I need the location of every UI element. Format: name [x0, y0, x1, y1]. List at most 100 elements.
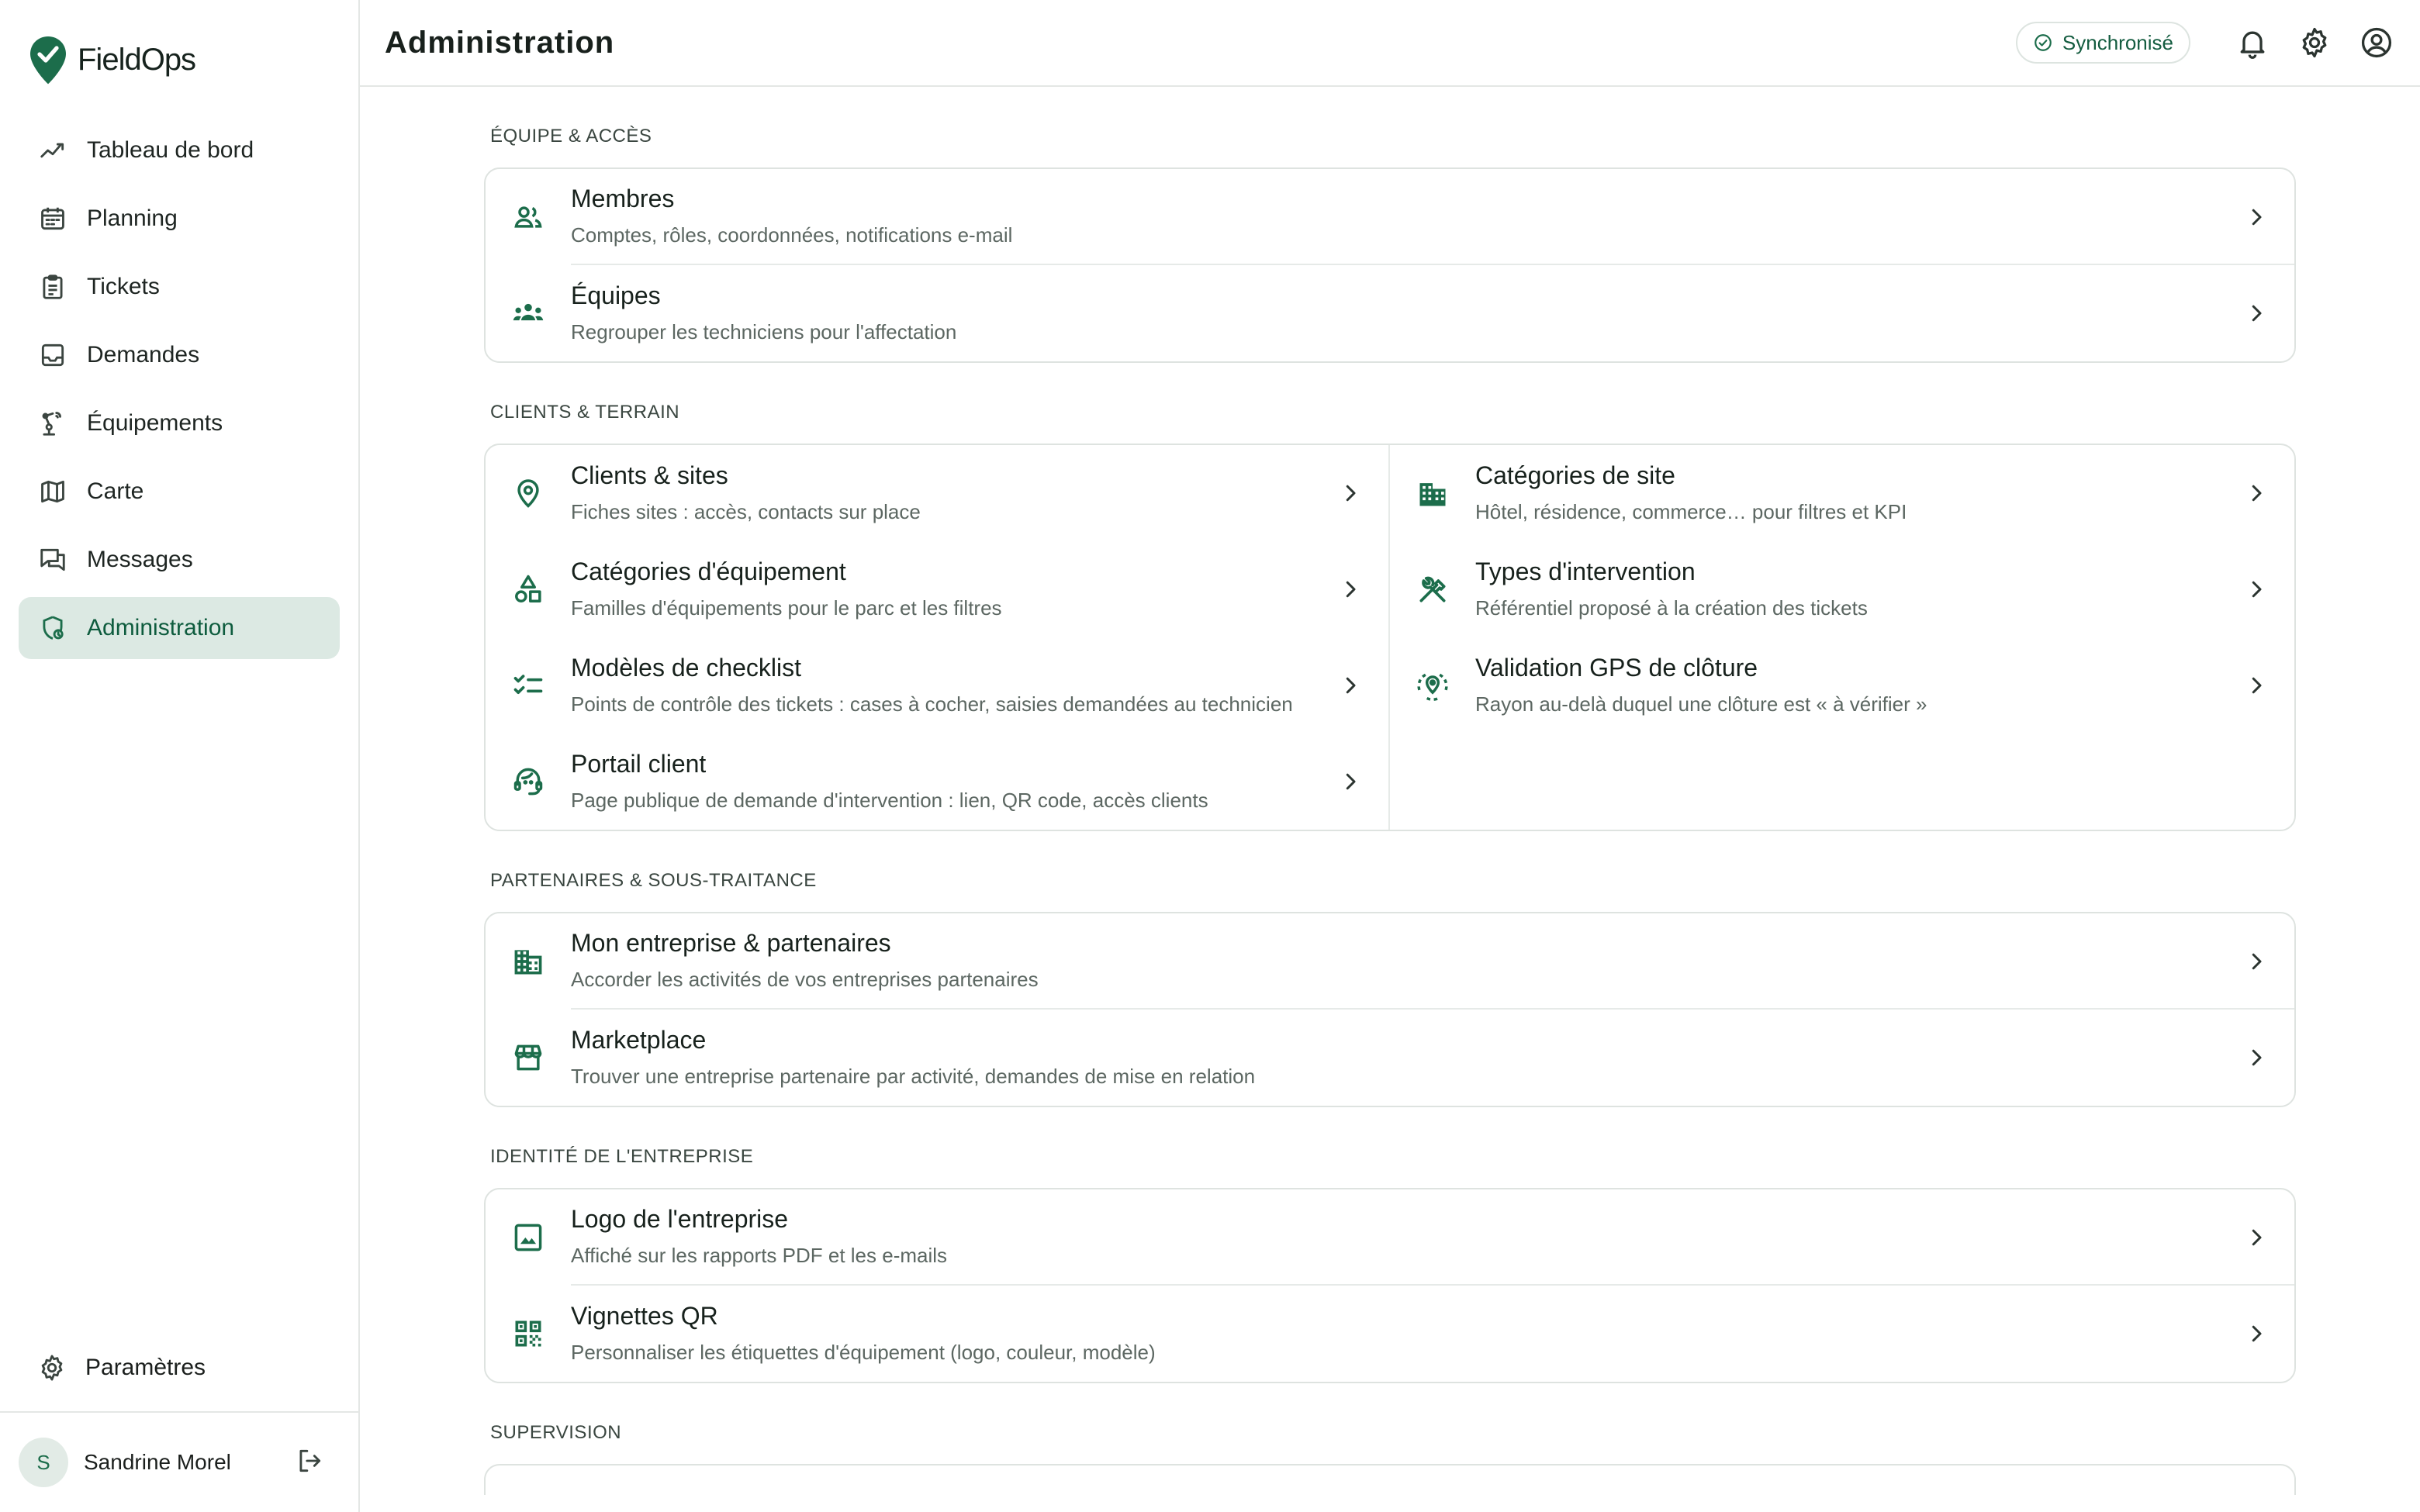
admin-row-modeles-checklist[interactable]: Modèles de checklist Points de contrôle …: [486, 637, 1388, 734]
section-card-partners: Mon entreprise & partenaires Accorder le…: [484, 912, 2296, 1107]
gear-icon[interactable]: [2296, 24, 2333, 61]
section-card-supervision: [484, 1464, 2296, 1495]
brand[interactable]: FieldOps: [0, 0, 358, 119]
row-title: Modèles de checklist: [571, 653, 802, 682]
row-title: Marketplace: [571, 1025, 707, 1054]
row-subtitle: Hôtel, résidence, commerce… pour filtres…: [1475, 499, 1907, 523]
groups-icon: [486, 296, 571, 330]
row-subtitle: Familles d'équipements pour le parc et l…: [571, 595, 1002, 620]
chevron-right-icon: [2245, 1046, 2268, 1069]
settings-link[interactable]: Paramètres: [0, 1337, 358, 1399]
building-icon: [486, 944, 571, 979]
row-title: Portail client: [571, 749, 707, 778]
row-subtitle: Affiché sur les rapports PDF et les e-ma…: [571, 1243, 948, 1267]
row-subtitle: Accorder les activités de vos entreprise…: [571, 967, 1039, 991]
row-title: Catégories de site: [1475, 461, 1675, 489]
admin-row-logo[interactable]: Logo de l'entreprise Affiché sur les rap…: [486, 1189, 2294, 1286]
location-pin-icon: [486, 476, 571, 510]
admin-row-types-intervention[interactable]: Types d'intervention Référentiel proposé…: [1390, 541, 2294, 637]
settings-label: Paramètres: [85, 1355, 206, 1380]
admin-row-entreprise-partenaires[interactable]: Mon entreprise & partenaires Accorder le…: [486, 913, 2294, 1010]
sidebar-item-label: Tableau de bord: [87, 137, 254, 163]
section-card-identity: Logo de l'entreprise Affiché sur les rap…: [484, 1188, 2296, 1383]
row-title: Mon entreprise & partenaires: [571, 928, 891, 957]
chevron-right-icon: [2245, 1322, 2268, 1345]
chevron-right-icon: [1339, 770, 1362, 793]
bell-icon[interactable]: [2234, 24, 2271, 61]
sidebar-item-label: Planning: [87, 205, 178, 231]
account-icon[interactable]: [2358, 24, 2395, 61]
robot-arm-icon: [37, 408, 68, 439]
admin-row-clients-sites[interactable]: Clients & sites Fiches sites : accès, co…: [486, 445, 1388, 541]
sidebar-item-label: Messages: [87, 547, 193, 572]
admin-row-validation-gps[interactable]: Validation GPS de clôture Rayon au-delà …: [1390, 637, 2294, 734]
chevron-right-icon: [2245, 950, 2268, 973]
user-row: S Sandrine Morel: [0, 1411, 358, 1512]
section-title: Clients & terrain: [490, 402, 680, 423]
image-icon: [486, 1220, 571, 1255]
chevron-right-icon: [1339, 674, 1362, 697]
section-title: Identité de l'entreprise: [490, 1146, 754, 1167]
row-subtitle: Référentiel proposé à la création des ti…: [1475, 595, 1868, 620]
row-title: Vignettes QR: [571, 1301, 718, 1330]
chevron-right-icon: [1339, 578, 1362, 601]
chevron-right-icon: [1339, 482, 1362, 505]
sidebar-item-carte[interactable]: Carte: [19, 461, 340, 523]
checklist-icon: [486, 668, 571, 702]
tools-icon: [1390, 572, 1475, 606]
row-subtitle: Page publique de demande d'intervention …: [571, 788, 1208, 812]
chevron-right-icon: [2245, 302, 2268, 325]
sidebar-item-administration[interactable]: Administration: [19, 597, 340, 659]
admin-content: Équipe & accès Membres Comptes, rôles, c…: [484, 87, 2296, 1495]
section-title: Partenaires & sous-traitance: [490, 870, 817, 891]
chevron-right-icon: [2245, 674, 2268, 697]
sidebar: FieldOps Tableau de bord Planning Ticket…: [0, 0, 360, 1512]
sidebar-item-label: Demandes: [87, 342, 200, 368]
admin-row-categories-site[interactable]: Catégories de site Hôtel, résidence, com…: [1390, 445, 2294, 541]
user-name: Sandrine Morel: [84, 1450, 231, 1474]
sync-status-badge: Synchronisé: [2015, 22, 2190, 64]
admin-row-vignettes-qr[interactable]: Vignettes QR Personnaliser les étiquette…: [486, 1286, 2294, 1382]
brand-name: FieldOps: [78, 42, 196, 77]
row-title: Clients & sites: [571, 461, 728, 489]
row-subtitle: Trouver une entreprise partenaire par ac…: [571, 1064, 1256, 1088]
shapes-icon: [486, 572, 571, 606]
admin-row-categories-equipement[interactable]: Catégories d'équipement Familles d'équip…: [486, 541, 1388, 637]
sidebar-item-label: Équipements: [87, 410, 223, 436]
sidebar-item-planning[interactable]: Planning: [19, 188, 340, 250]
sidebar-item-demandes[interactable]: Demandes: [19, 324, 340, 386]
row-subtitle: Regrouper les techniciens pour l'affecta…: [571, 319, 957, 343]
logo-pin-icon: [30, 36, 66, 85]
sidebar-footer: Paramètres S Sandrine Morel: [0, 1337, 358, 1512]
admin-row-marketplace[interactable]: Marketplace Trouver une entreprise parte…: [486, 1010, 2294, 1106]
empty-cell: [1390, 734, 2294, 830]
sidebar-item-tableau-de-bord[interactable]: Tableau de bord: [19, 119, 340, 181]
chevron-right-icon: [2245, 205, 2268, 229]
sidebar-item-equipements[interactable]: Équipements: [19, 392, 340, 454]
sidebar-item-tickets[interactable]: Tickets: [19, 256, 340, 318]
support-agent-icon: [486, 765, 571, 799]
section-title: Supervision: [490, 1422, 622, 1443]
sidebar-nav: Tableau de bord Planning Tickets Demande…: [0, 119, 358, 665]
row-subtitle: Points de contrôle des tickets : cases à…: [571, 692, 1293, 716]
chart-line-icon: [37, 135, 68, 166]
row-subtitle: Fiches sites : accès, contacts sur place: [571, 499, 921, 523]
sidebar-item-messages[interactable]: Messages: [19, 529, 340, 591]
row-subtitle: Rayon au-delà duquel une clôture est « à…: [1475, 692, 1927, 716]
clipboard-icon: [37, 271, 68, 302]
qr-code-icon: [486, 1317, 571, 1351]
admin-row-equipes[interactable]: Équipes Regrouper les techniciens pour l…: [486, 265, 2294, 361]
row-subtitle: Personnaliser les étiquettes d'équipemen…: [571, 1340, 1156, 1364]
check-circle-icon: [2035, 34, 2052, 51]
admin-row-portail-client[interactable]: Portail client Page publique de demande …: [486, 734, 1388, 830]
logout-icon[interactable]: [295, 1446, 324, 1479]
row-title: Membres: [571, 184, 675, 212]
people-icon: [486, 200, 571, 234]
avatar[interactable]: S: [19, 1438, 68, 1487]
row-title: Équipes: [571, 281, 661, 309]
buildings-icon: [1390, 476, 1475, 510]
section-title: Équipe & accès: [490, 126, 652, 147]
admin-row-membres[interactable]: Membres Comptes, rôles, coordonnées, not…: [486, 169, 2294, 265]
chevron-right-icon: [2245, 482, 2268, 505]
row-title: Logo de l'entreprise: [571, 1204, 789, 1233]
